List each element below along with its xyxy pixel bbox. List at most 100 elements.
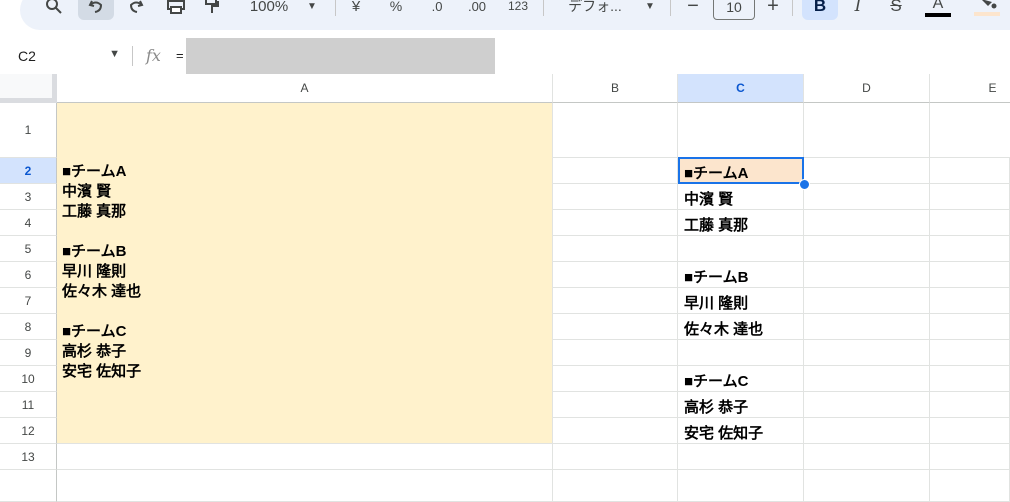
cell-c14[interactable] bbox=[678, 470, 804, 502]
cell-e9[interactable] bbox=[930, 340, 1010, 366]
merged-line: ■チームA bbox=[62, 163, 127, 180]
cell-d10[interactable] bbox=[804, 366, 930, 392]
cell-b12[interactable] bbox=[553, 418, 678, 444]
cell-d7[interactable] bbox=[804, 288, 930, 314]
column-header-d[interactable]: D bbox=[804, 74, 930, 103]
number-format-button[interactable]: 123 bbox=[503, 0, 533, 20]
cell-d8[interactable] bbox=[804, 314, 930, 340]
strikethrough-button[interactable]: S bbox=[882, 0, 910, 20]
italic-button[interactable]: I bbox=[844, 0, 872, 20]
cell-c1[interactable] bbox=[678, 103, 804, 158]
cell-d6[interactable] bbox=[804, 262, 930, 288]
cell-b2[interactable] bbox=[553, 158, 678, 184]
row-header-2[interactable]: 2 bbox=[0, 158, 57, 184]
cell-b9[interactable] bbox=[553, 340, 678, 366]
merged-line: 中濱 賢 bbox=[62, 183, 112, 200]
select-all-corner[interactable] bbox=[0, 74, 58, 104]
fill-color-icon[interactable] bbox=[970, 0, 1004, 20]
fill-color-swatch bbox=[974, 11, 1000, 16]
cell-b14[interactable] bbox=[553, 470, 678, 502]
cell-a13[interactable] bbox=[57, 444, 553, 470]
row-header-4[interactable]: 4 bbox=[0, 210, 57, 236]
paint-format-icon[interactable] bbox=[198, 0, 226, 20]
font-select[interactable]: デフォ... bbox=[558, 0, 632, 20]
cell-e11[interactable] bbox=[930, 392, 1010, 418]
cell-a14[interactable] bbox=[57, 470, 553, 502]
cell-d12[interactable] bbox=[804, 418, 930, 444]
spreadsheet-grid: A B C D E 1 2 3 4 5 6 7 8 9 10 11 12 13 … bbox=[0, 74, 1010, 502]
cell-d11[interactable] bbox=[804, 392, 930, 418]
redo-icon[interactable] bbox=[122, 0, 150, 20]
row-header-12[interactable]: 12 bbox=[0, 418, 57, 444]
cell-c13[interactable] bbox=[678, 444, 804, 470]
row-header-8[interactable]: 8 bbox=[0, 314, 57, 340]
currency-format-button[interactable]: ¥ bbox=[346, 0, 366, 20]
column-header-e[interactable]: E bbox=[930, 74, 1010, 103]
fill-handle[interactable] bbox=[799, 179, 810, 190]
cell-e3[interactable] bbox=[930, 184, 1010, 210]
cell-d2[interactable] bbox=[804, 158, 930, 184]
increase-decimal-button[interactable]: .00 bbox=[462, 0, 492, 20]
cell-e8[interactable] bbox=[930, 314, 1010, 340]
cell-b3[interactable] bbox=[553, 184, 678, 210]
undo-icon[interactable] bbox=[78, 0, 114, 20]
row-header-10[interactable]: 10 bbox=[0, 366, 57, 392]
row-header-11[interactable]: 11 bbox=[0, 392, 57, 418]
row-header-1[interactable]: 1 bbox=[0, 103, 57, 158]
cell-d4[interactable] bbox=[804, 210, 930, 236]
column-header-c[interactable]: C bbox=[678, 74, 804, 103]
font-size-input[interactable]: 10 bbox=[713, 0, 755, 20]
print-icon[interactable] bbox=[162, 0, 190, 20]
merged-cell-a1-a12[interactable]: ■チームA 中濱 賢 工藤 真那 ■チームB 早川 隆則 佐々木 達也 ■チーム… bbox=[57, 103, 553, 444]
cell-e14[interactable] bbox=[930, 470, 1010, 502]
percent-format-button[interactable]: % bbox=[386, 0, 406, 20]
cell-b11[interactable] bbox=[553, 392, 678, 418]
cell-b13[interactable] bbox=[553, 444, 678, 470]
row-header-13[interactable]: 13 bbox=[0, 444, 57, 470]
cell-d13[interactable] bbox=[804, 444, 930, 470]
increase-font-size-button[interactable]: + bbox=[762, 0, 784, 20]
cell-e2[interactable] bbox=[930, 158, 1010, 184]
cell-b1[interactable] bbox=[553, 103, 678, 158]
cell-e7[interactable] bbox=[930, 288, 1010, 314]
row-header-7[interactable]: 7 bbox=[0, 288, 57, 314]
cell-e10[interactable] bbox=[930, 366, 1010, 392]
row-header-14[interactable] bbox=[0, 470, 57, 502]
row-header-5[interactable]: 5 bbox=[0, 236, 57, 262]
cell-c5[interactable] bbox=[678, 236, 804, 262]
cell-e4[interactable] bbox=[930, 210, 1010, 236]
cell-b6[interactable] bbox=[553, 262, 678, 288]
cell-d1[interactable] bbox=[804, 103, 930, 158]
column-header-a[interactable]: A bbox=[57, 74, 553, 103]
formula-input[interactable] bbox=[186, 38, 495, 74]
font-chevron-down-icon[interactable]: ▼ bbox=[642, 0, 658, 20]
zoom-chevron-down-icon[interactable]: ▼ bbox=[304, 0, 320, 20]
cell-e12[interactable] bbox=[930, 418, 1010, 444]
column-header-b[interactable]: B bbox=[553, 74, 678, 103]
cell-e1[interactable] bbox=[930, 103, 1010, 158]
decrease-decimal-button[interactable]: .0 bbox=[422, 0, 452, 20]
cell-b10[interactable] bbox=[553, 366, 678, 392]
row-header-3[interactable]: 3 bbox=[0, 184, 57, 210]
cell-e13[interactable] bbox=[930, 444, 1010, 470]
cell-c9[interactable] bbox=[678, 340, 804, 366]
cell-e5[interactable] bbox=[930, 236, 1010, 262]
decrease-font-size-button[interactable]: − bbox=[682, 0, 704, 20]
cell-d5[interactable] bbox=[804, 236, 930, 262]
cell-d9[interactable] bbox=[804, 340, 930, 366]
name-box-chevron-down-icon[interactable]: ▼ bbox=[109, 48, 120, 60]
cell-d14[interactable] bbox=[804, 470, 930, 502]
cell-e6[interactable] bbox=[930, 262, 1010, 288]
zoom-select[interactable]: 100% bbox=[240, 0, 298, 20]
row-header-6[interactable]: 6 bbox=[0, 262, 57, 288]
row-header-9[interactable]: 9 bbox=[0, 340, 57, 366]
text-color-button[interactable]: A bbox=[922, 0, 954, 20]
cell-d3[interactable] bbox=[804, 184, 930, 210]
cell-b7[interactable] bbox=[553, 288, 678, 314]
search-icon[interactable] bbox=[42, 0, 66, 20]
cell-b4[interactable] bbox=[553, 210, 678, 236]
bold-button[interactable]: B bbox=[802, 0, 838, 20]
cell-b5[interactable] bbox=[553, 236, 678, 262]
name-box[interactable]: C2 ▼ bbox=[8, 42, 126, 70]
cell-b8[interactable] bbox=[553, 314, 678, 340]
